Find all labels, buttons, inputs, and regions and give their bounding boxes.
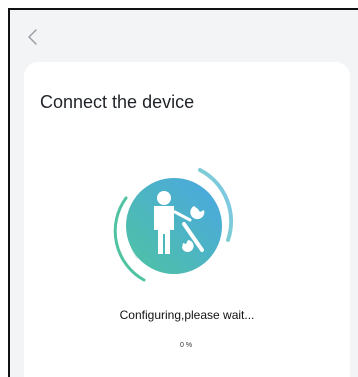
app-screen: Connect the device Configuring,please wa… [8,8,358,377]
connect-device-card: Connect the device Configuring,please wa… [24,62,350,377]
status-text: Configuring,please wait... [119,308,255,322]
configuring-illustration [104,158,240,294]
technician-with-wrench-icon [113,168,234,282]
back-button[interactable] [22,26,44,48]
progress-text: 0% [179,342,195,349]
chevron-left-icon [28,29,37,45]
page-title: Connect the device [40,92,195,112]
